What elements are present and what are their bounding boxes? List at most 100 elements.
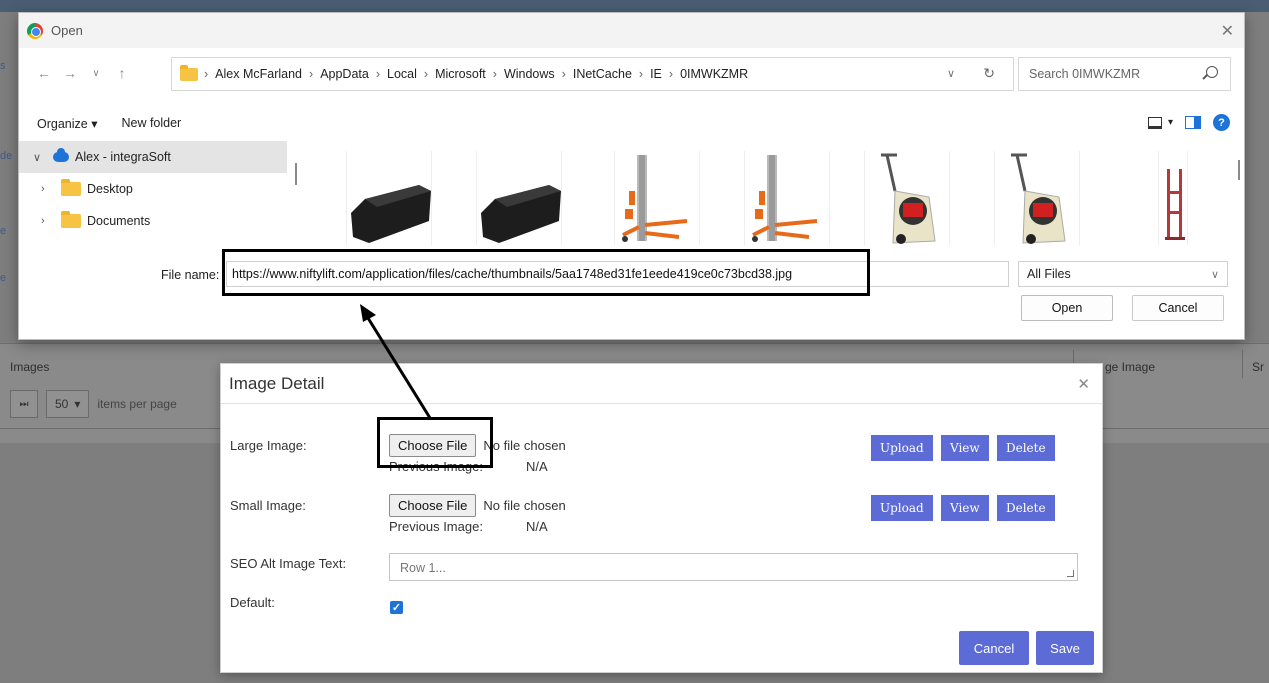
thumbnail-bucket[interactable] xyxy=(346,151,432,245)
thumbnail-scrollbar[interactable] xyxy=(1238,160,1240,180)
breadcrumb-separator: › xyxy=(561,67,566,81)
thumbnail-lift[interactable] xyxy=(614,151,700,245)
cancel-button[interactable]: Cancel xyxy=(959,631,1029,665)
lift-image xyxy=(622,155,688,242)
organize-menu[interactable]: Organize ▾ xyxy=(37,116,97,131)
table-header-images: Images xyxy=(10,360,50,374)
breadcrumb-item[interactable]: IE xyxy=(650,67,662,81)
navigation-pane: ∨ Alex - integraSoft › Desktop › Documen… xyxy=(19,141,287,245)
folder-icon xyxy=(180,64,198,81)
background-fragment: e xyxy=(0,225,7,237)
file-type-select[interactable]: All Files ∨ xyxy=(1018,261,1228,287)
back-arrow-icon[interactable]: ← xyxy=(31,65,57,81)
forward-arrow-icon[interactable]: → xyxy=(57,65,83,81)
breadcrumb-separator: › xyxy=(204,67,209,81)
background-fragment: s xyxy=(0,60,6,72)
choose-file-button[interactable]: Choose File xyxy=(389,494,477,517)
nav-item-label: Alex - integraSoft xyxy=(75,150,171,164)
chevron-down-icon[interactable]: ∨ xyxy=(947,67,955,80)
nav-item-documents[interactable]: › Documents xyxy=(19,205,287,237)
breadcrumb-item[interactable]: Local xyxy=(387,67,417,81)
previous-image-value: N/A xyxy=(526,459,548,474)
search-icon[interactable] xyxy=(1206,66,1218,78)
nav-item-onedrive[interactable]: ∨ Alex - integraSoft xyxy=(19,141,287,173)
nav-item-desktop[interactable]: › Desktop xyxy=(19,173,287,205)
table-header-large-image: ge Image xyxy=(1105,360,1156,374)
previous-image-value: N/A xyxy=(526,519,548,534)
dialog-toolbar: Organize ▾ New folder ▾ ? xyxy=(19,108,1244,138)
close-icon[interactable]: ✕ xyxy=(1221,21,1234,41)
file-thumbnail-grid xyxy=(306,149,1231,245)
thumbnail-scarifier[interactable] xyxy=(994,151,1080,245)
breadcrumb-item[interactable]: Alex McFarland xyxy=(215,67,302,81)
thumbnail-lift[interactable] xyxy=(744,151,830,245)
hand-truck-image xyxy=(1165,169,1185,240)
modal-header: Image Detail ✕ xyxy=(221,364,1102,404)
recent-locations-chevron-icon[interactable]: ∨ xyxy=(83,68,109,79)
breadcrumb-separator: › xyxy=(375,67,381,81)
image-detail-modal: Image Detail ✕ Large Image: Choose File … xyxy=(220,363,1103,673)
up-arrow-icon[interactable]: ↑ xyxy=(109,65,135,81)
dialog-titlebar: Open ✕ xyxy=(19,13,1244,48)
large-delete-button[interactable]: Delete xyxy=(997,435,1055,461)
table-header-fragment: Sr xyxy=(1252,360,1264,374)
background-fragment: de xyxy=(0,150,13,162)
breadcrumb-item[interactable]: Microsoft xyxy=(435,67,486,81)
cancel-button[interactable]: Cancel xyxy=(1132,295,1224,321)
no-file-chosen-text: No file chosen xyxy=(483,438,566,453)
chevron-down-icon[interactable]: ▾ xyxy=(1168,117,1173,128)
breadcrumb-item[interactable]: Windows xyxy=(504,67,555,81)
large-upload-button[interactable]: Upload xyxy=(871,435,933,461)
breadcrumb-separator: › xyxy=(492,67,497,81)
preview-pane-icon[interactable] xyxy=(1185,116,1201,129)
address-bar[interactable]: › Alex McFarland › AppData › Local › Mic… xyxy=(171,57,1014,91)
small-image-file-input[interactable]: Choose File No file chosen xyxy=(389,494,566,517)
resize-handle-icon[interactable] xyxy=(1067,570,1074,577)
bucket-image xyxy=(481,185,561,243)
background-header xyxy=(0,0,1269,12)
breadcrumb-item[interactable]: 0IMWKZMR xyxy=(680,67,748,81)
save-button[interactable]: Save xyxy=(1036,631,1094,665)
small-delete-button[interactable]: Delete xyxy=(997,495,1055,521)
nav-pane-scrollbar[interactable] xyxy=(295,163,297,185)
thumbnail-scarifier[interactable] xyxy=(864,151,950,245)
new-folder-button[interactable]: New folder xyxy=(121,116,181,130)
chevron-down-icon[interactable]: ∨ xyxy=(33,151,53,164)
small-view-button[interactable]: View xyxy=(941,495,989,521)
chevron-right-icon[interactable]: › xyxy=(41,183,61,195)
scarifier-image xyxy=(1011,153,1066,244)
chevron-down-icon: ▾ xyxy=(74,397,81,411)
page-size-select[interactable]: 50 ▾ xyxy=(46,390,90,418)
no-file-chosen-text: No file chosen xyxy=(483,498,566,513)
breadcrumb-item[interactable]: AppData xyxy=(320,67,369,81)
lift-image xyxy=(752,155,818,242)
previous-image-label: Previous Image: xyxy=(389,519,483,534)
thumbnail-bucket[interactable] xyxy=(476,151,562,245)
breadcrumb-item[interactable]: INetCache xyxy=(573,67,632,81)
search-placeholder: Search 0IMWKZMR xyxy=(1029,67,1141,81)
filename-highlight-box xyxy=(222,249,870,296)
breadcrumb-separator: › xyxy=(423,67,429,81)
column-divider xyxy=(1242,350,1243,378)
large-view-button[interactable]: View xyxy=(941,435,989,461)
refresh-icon[interactable]: ↻ xyxy=(983,65,995,82)
view-mode-icon[interactable] xyxy=(1147,116,1162,129)
default-checkbox[interactable]: ✓ xyxy=(390,601,403,614)
thumbnail-hand-truck[interactable] xyxy=(1158,151,1188,245)
items-per-page-label: items per page xyxy=(97,397,177,411)
scarifier-image xyxy=(881,153,936,244)
file-type-value: All Files xyxy=(1027,267,1071,281)
pager: ⏭ 50 ▾ items per page xyxy=(10,390,177,418)
open-button[interactable]: Open xyxy=(1021,295,1113,321)
cloud-icon xyxy=(53,148,69,162)
folder-icon xyxy=(61,179,81,196)
seo-alt-text-input[interactable]: Row 1... xyxy=(389,553,1078,581)
small-upload-button[interactable]: Upload xyxy=(871,495,933,521)
help-icon[interactable]: ? xyxy=(1213,114,1230,131)
close-icon[interactable]: ✕ xyxy=(1077,375,1090,393)
pager-last-button[interactable]: ⏭ xyxy=(10,390,38,418)
large-image-label: Large Image: xyxy=(230,438,307,453)
chevron-right-icon[interactable]: › xyxy=(41,215,61,227)
search-input[interactable]: Search 0IMWKZMR xyxy=(1018,57,1231,91)
toolbar-right: ▾ ? xyxy=(1147,114,1230,131)
